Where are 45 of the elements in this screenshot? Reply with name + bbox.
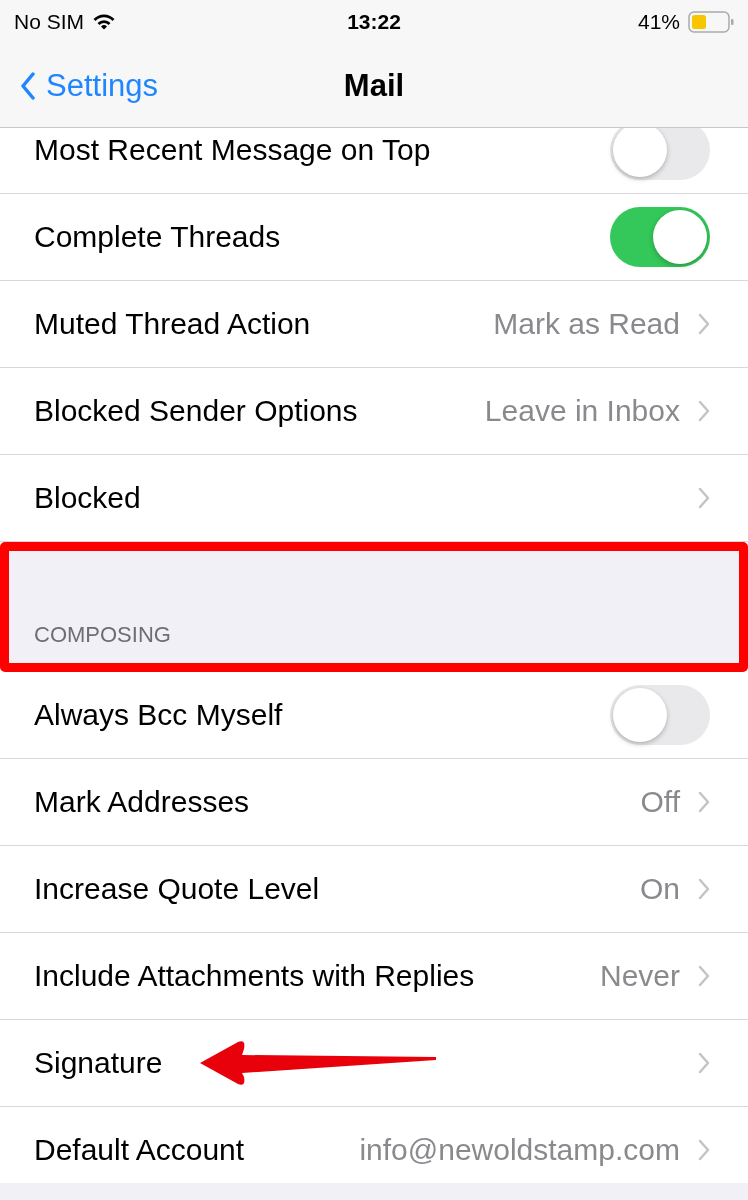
row-value: Off xyxy=(640,785,680,819)
row-label: Always Bcc Myself xyxy=(34,698,284,732)
settings-link-row[interactable]: Increase Quote Level On xyxy=(0,846,748,933)
section-title: COMPOSING xyxy=(34,622,171,648)
row-label: Muted Thread Action xyxy=(34,307,312,341)
settings-link-row[interactable]: Mark Addresses Off xyxy=(0,759,748,846)
battery-icon xyxy=(688,11,734,33)
chevron-icon xyxy=(698,791,710,813)
settings-link-row[interactable]: Signature xyxy=(0,1020,748,1107)
chevron-icon xyxy=(698,487,710,509)
battery-percent: 41% xyxy=(637,10,680,34)
back-chevron-icon xyxy=(20,71,36,100)
chevron-icon xyxy=(698,1139,710,1161)
clock-time: 13:22 xyxy=(347,10,401,34)
chevron-icon xyxy=(698,313,710,335)
row-label: Complete Threads xyxy=(34,220,282,254)
row-value: info@newoldstamp.com xyxy=(359,1133,680,1167)
row-label: Default Account xyxy=(34,1133,246,1167)
chevron-icon xyxy=(698,965,710,987)
row-value: Leave in Inbox xyxy=(484,394,680,428)
wifi-icon xyxy=(92,13,116,31)
row-label: Increase Quote Level xyxy=(34,872,321,906)
settings-link-row[interactable]: Include Attachments with Replies Never xyxy=(0,933,748,1020)
carrier-label: No SIM xyxy=(14,10,84,34)
settings-row[interactable]: Complete Threads xyxy=(0,194,748,281)
settings-row[interactable]: Most Recent Message on Top xyxy=(0,128,748,194)
row-label: Signature xyxy=(34,1046,164,1080)
toggle-switch[interactable] xyxy=(610,685,710,745)
row-value: On xyxy=(639,872,680,906)
row-value: Never xyxy=(599,959,680,993)
row-label: Include Attachments with Replies xyxy=(34,959,476,993)
settings-link-row[interactable]: Blocked Sender Options Leave in Inbox xyxy=(0,368,748,455)
row-label: Mark Addresses xyxy=(34,785,251,819)
chevron-icon xyxy=(698,878,710,900)
screen-title: Mail xyxy=(343,67,405,104)
settings-row[interactable]: Always Bcc Myself xyxy=(0,672,748,759)
chevron-icon xyxy=(698,1052,710,1074)
chevron-icon xyxy=(698,400,710,422)
toggle-switch[interactable] xyxy=(610,207,710,267)
row-label: Blocked Sender Options xyxy=(34,394,359,428)
settings-link-row[interactable]: Muted Thread Action Mark as Read xyxy=(0,281,748,368)
row-label: Blocked xyxy=(34,481,142,515)
row-value: Mark as Read xyxy=(493,307,680,341)
row-label: Most Recent Message on Top xyxy=(34,133,432,167)
toggle-switch[interactable] xyxy=(610,128,710,180)
